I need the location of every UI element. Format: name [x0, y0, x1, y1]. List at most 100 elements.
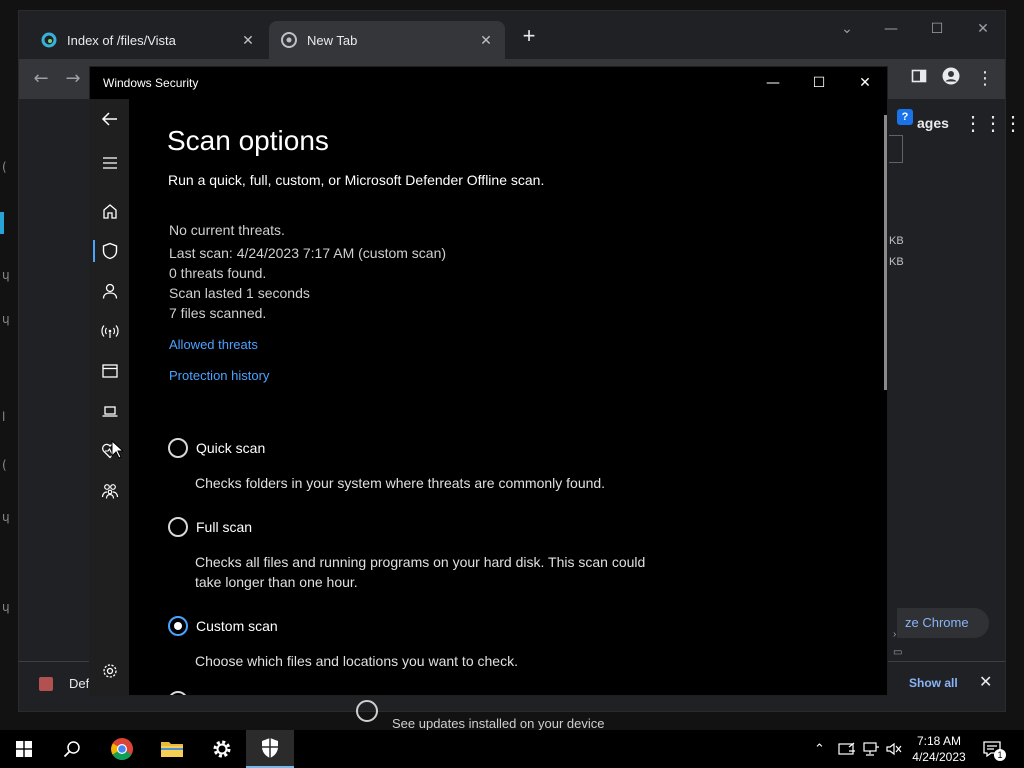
full-scan-option[interactable]: Full scan [168, 517, 252, 537]
chrome-icon [111, 738, 133, 760]
show-all-button[interactable]: Show all [909, 676, 958, 690]
custom-scan-option[interactable]: Custom scan [168, 616, 278, 636]
scroll-right-icon[interactable]: › [893, 629, 896, 640]
desktop-fragment: ɥ [2, 510, 10, 524]
menu-icon [102, 157, 117, 169]
nav-home[interactable] [90, 191, 129, 231]
start-button[interactable] [0, 730, 48, 768]
settings-icon [102, 664, 117, 678]
full-scan-description: Checks all files and running programs on… [195, 554, 646, 590]
desktop-fragment: ( [2, 160, 7, 174]
quick-scan-radio[interactable] [168, 438, 188, 458]
content-fragment [889, 135, 903, 163]
search-button[interactable] [48, 730, 96, 768]
close-icon[interactable]: ✕ [842, 67, 887, 99]
minimize-icon[interactable]: — [750, 67, 796, 99]
nav-firewall-network[interactable] [90, 311, 129, 351]
clock-date: 4/24/2023 [912, 750, 966, 764]
download-item[interactable]: Def [39, 676, 89, 691]
gear-icon [213, 740, 231, 758]
forward-arrow-icon[interactable]: → [61, 67, 85, 91]
custom-scan-description: Choose which files and locations you wan… [195, 653, 518, 669]
taskbar-settings[interactable] [198, 730, 246, 768]
chrome-maximize-icon[interactable]: ☐ [915, 15, 959, 43]
custom-scan-radio[interactable] [168, 616, 188, 636]
tab-label: Index of /files/Vista [67, 32, 176, 48]
offline-scan-radio[interactable] [168, 691, 188, 695]
search-icon [63, 741, 80, 758]
customize-chrome-button[interactable]: ze Chrome [897, 608, 989, 638]
profile-icon[interactable] [939, 67, 963, 91]
chrome-tabstrip: Index of /files/Vista ✕ New Tab ✕ + ⌄ — … [19, 11, 1005, 59]
window-titlebar[interactable]: Windows Security — ☐ ✕ [90, 67, 887, 99]
nav-settings[interactable] [90, 651, 129, 691]
tab-close-icon[interactable]: ✕ [477, 32, 495, 49]
back-icon [101, 112, 117, 126]
show-hidden-icons-chevron-icon[interactable]: ⌃ [814, 730, 825, 768]
nav-family-options[interactable] [90, 471, 129, 511]
quick-scan-description: Checks folders in your system where thre… [195, 475, 606, 491]
security-tray-icon[interactable] [838, 730, 856, 768]
protection-history-link[interactable]: Protection history [169, 368, 269, 383]
scrollbar-thumb[interactable] [884, 115, 887, 390]
last-scan-info: Last scan: 4/24/2023 7:17 AM (custom sca… [169, 245, 447, 261]
taskbar-chrome[interactable] [98, 730, 146, 768]
shelf-close-icon[interactable]: ✕ [979, 672, 992, 691]
chrome-minimize-icon[interactable]: — [869, 15, 913, 43]
account-icon [102, 283, 117, 299]
update-notice: See updates installed on your device [356, 698, 604, 731]
taskbar-file-explorer[interactable] [148, 730, 196, 768]
clock-time: 7:18 AM [916, 734, 962, 748]
network-tray-icon[interactable] [862, 730, 880, 768]
nav-device-security[interactable] [90, 391, 129, 431]
chrome-favicon-icon [281, 32, 297, 48]
family-icon [101, 484, 118, 499]
window-title: Windows Security [103, 76, 199, 90]
nav-device-performance-health[interactable] [90, 431, 129, 471]
home-icon [102, 204, 117, 219]
file-size-fragment: KB [889, 235, 904, 247]
side-panel-icon[interactable] [907, 67, 931, 91]
tab-search-chevron-icon[interactable]: ⌄ [825, 15, 869, 43]
maximize-icon[interactable]: ☐ [796, 67, 842, 99]
quick-scan-option[interactable]: Quick scan [168, 438, 265, 458]
file-icon [39, 676, 53, 691]
windows-logo-icon [16, 741, 32, 757]
volume-muted-icon[interactable] [885, 730, 903, 768]
nav-app-browser-control[interactable] [90, 351, 129, 391]
mouse-cursor-icon [111, 440, 123, 459]
scan-duration: Scan lasted 1 seconds [169, 285, 310, 301]
system-clock[interactable]: 7:18 AM 4/24/2023 [904, 733, 974, 765]
desktop-fragment: ɥ [2, 268, 10, 282]
apps-grid-icon[interactable]: ⋮⋮⋮ [963, 111, 1023, 136]
taskbar-windows-security[interactable] [246, 730, 294, 768]
shield-icon [102, 242, 117, 260]
caption-icon[interactable]: ▭ [893, 647, 902, 658]
new-tab-plus-icon[interactable]: + [517, 25, 541, 49]
nav-virus-protection[interactable] [90, 231, 129, 271]
tab-new-tab[interactable]: New Tab ✕ [269, 21, 505, 59]
back-button[interactable] [90, 99, 129, 139]
notification-center-button[interactable]: 1 [982, 730, 1006, 768]
back-arrow-icon[interactable]: ← [29, 67, 53, 91]
chrome-close-icon[interactable]: ✕ [961, 15, 1005, 43]
tab-index-of-files[interactable]: Index of /files/Vista ✕ [29, 21, 267, 59]
device-icon [102, 406, 117, 417]
allowed-threats-link[interactable]: Allowed threats [169, 337, 258, 352]
page-subtitle: Run a quick, full, custom, or Microsoft … [168, 172, 545, 188]
edge-favicon-icon [41, 32, 57, 48]
update-history-icon [356, 699, 378, 722]
quick-scan-label: Quick scan [196, 440, 266, 456]
desktop-accent-bar [0, 212, 4, 234]
more-menu-icon[interactable]: ⋮ [973, 67, 997, 91]
desktop-fragment: l [2, 410, 6, 424]
nav-account-protection[interactable] [90, 271, 129, 311]
taskbar: ⌃ 7:18 AM 4/24/2023 1 [0, 730, 1024, 768]
tab-close-icon[interactable]: ✕ [239, 32, 257, 49]
tab-label: New Tab [307, 32, 358, 48]
update-notice-text[interactable]: See updates installed on your device [392, 716, 604, 731]
help-icon[interactable]: ? [897, 109, 913, 125]
full-scan-radio[interactable] [168, 517, 188, 537]
menu-button[interactable] [90, 143, 129, 183]
images-link-fragment[interactable]: ages [917, 115, 949, 131]
